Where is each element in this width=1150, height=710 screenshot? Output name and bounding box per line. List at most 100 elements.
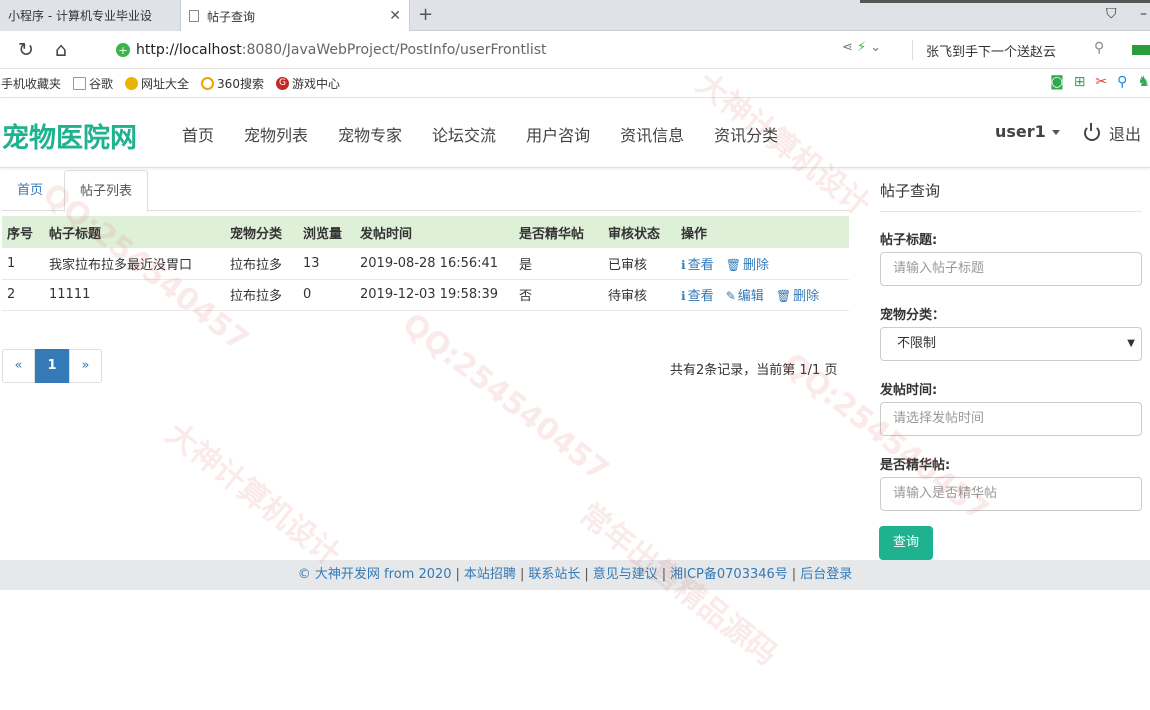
pencil-icon: ✎	[725, 289, 736, 303]
content-tabs: 首页 帖子列表	[2, 170, 850, 212]
battery-icon	[1132, 45, 1150, 55]
pagination: « 1 »	[2, 349, 102, 383]
divider	[912, 40, 913, 60]
user-menu[interactable]: user1	[995, 122, 1060, 141]
nav-pets[interactable]: 宠物列表	[244, 122, 308, 146]
footer-feedback[interactable]: 意见与建议	[593, 567, 658, 582]
nav-consult[interactable]: 用户咨询	[526, 122, 590, 146]
table-row: 2 11111 拉布拉多 0 2019-12-03 19:58:39 否 待审核…	[2, 279, 849, 311]
title-label: 帖子标题:	[880, 233, 938, 248]
cell-no: 1	[2, 248, 44, 280]
cell-time: 2019-08-28 16:56:41	[355, 248, 514, 280]
col-status: 审核状态	[603, 216, 676, 248]
post-time-input[interactable]: 请选择发帖时间	[880, 402, 1142, 436]
shirt-icon[interactable]: ⛉	[1106, 6, 1117, 22]
logout-button[interactable]: 退出	[1084, 121, 1141, 145]
bookmarks-bar: 手机收藏夹 谷歌 网址大全 360搜索 G 游戏中心 ◙ ⊞ ✂ ⚲ ♞	[0, 69, 1150, 98]
nav-news-category[interactable]: 资讯分类	[714, 122, 778, 146]
featured-label: 是否精华帖:	[880, 458, 951, 473]
delete-link[interactable]: 🗑 删除	[776, 289, 819, 304]
scissors-icon[interactable]: ✂	[1095, 74, 1107, 90]
search-360-icon	[201, 76, 215, 90]
query-button[interactable]: 查询	[879, 526, 933, 560]
browser-tab-label: 小程序 - 计算机专业毕业设	[8, 9, 152, 23]
site-header: 宠物医院网 首页 宠物列表 宠物专家 论坛交流 用户咨询 资讯信息 资讯分类 u…	[0, 98, 1150, 168]
bookmark-mobile[interactable]: 手机收藏夹	[1, 75, 61, 92]
cell-featured: 是	[514, 248, 603, 280]
footer-admin-login[interactable]: 后台登录	[800, 567, 852, 582]
col-category: 宠物分类	[225, 216, 298, 248]
secure-icon: +	[116, 43, 130, 57]
home-icon[interactable]: ⌂	[55, 39, 67, 61]
magnifier-icon[interactable]: ⚲	[1117, 74, 1127, 90]
minimize-icon[interactable]: –	[1140, 6, 1147, 22]
search-icon[interactable]: ⚲	[1094, 40, 1104, 56]
url-field[interactable]: + http://localhost:8080/JavaWebProject/P…	[108, 37, 908, 63]
category-label: 宠物分类：	[880, 308, 946, 323]
col-featured: 是否精华帖	[514, 216, 603, 248]
gamepad-icon[interactable]: ♞	[1137, 74, 1150, 90]
watermark-text: QQ:254540457	[395, 306, 616, 489]
browser-tab-label: 帖子查询	[207, 9, 256, 24]
view-link[interactable]: ℹ 查看	[681, 258, 714, 273]
browser-tab-post-query[interactable]: 帖子查询 ✕	[180, 0, 410, 32]
tab-post-list[interactable]: 帖子列表	[64, 170, 149, 212]
cell-status: 待审核	[603, 279, 676, 311]
col-actions: 操作	[676, 216, 849, 248]
post-title-input[interactable]: 请输入帖子标题	[880, 252, 1142, 286]
browser-tab-miniprogram[interactable]: 小程序 - 计算机专业毕业设	[0, 0, 178, 31]
share-icon[interactable]: ⋖ ⚡ ⌄	[842, 40, 881, 55]
site-logo[interactable]: 宠物医院网	[2, 116, 137, 155]
main-nav: 首页 宠物列表 宠物专家 论坛交流 用户咨询 资讯信息 资讯分类	[182, 122, 808, 146]
nav-experts[interactable]: 宠物专家	[338, 122, 402, 146]
page-1-button[interactable]: 1	[35, 349, 69, 383]
edit-link[interactable]: ✎ 编辑	[726, 289, 764, 304]
wechat-icon[interactable]: ◙	[1050, 74, 1064, 90]
cell-views: 13	[298, 248, 355, 280]
table-header-row: 序号 帖子标题 宠物分类 浏览量 发帖时间 是否精华帖 审核状态 操作	[2, 216, 849, 248]
time-label: 发帖时间:	[880, 383, 938, 398]
footer-icp[interactable]: 湘ICP备0703346号	[670, 567, 788, 582]
col-title: 帖子标题	[44, 216, 225, 248]
dropdown-arrow-icon: ▼	[1127, 338, 1135, 349]
search-suggestion[interactable]: 张飞到手下一个送赵云	[926, 41, 1056, 60]
new-tab-button[interactable]: +	[418, 4, 433, 25]
bookmark-360search[interactable]: 360搜索	[201, 75, 264, 92]
browser-tab-bar: 小程序 - 计算机专业毕业设 帖子查询 ✕ + ⛉ –	[0, 0, 1150, 32]
cell-status: 已审核	[603, 248, 676, 280]
info-icon: ℹ	[681, 257, 686, 272]
close-tab-icon[interactable]: ✕	[389, 8, 401, 24]
url-text: http://localhost:8080/JavaWebProject/Pos…	[136, 42, 547, 58]
flash-icon: ⚡	[857, 40, 867, 55]
bookmark-games[interactable]: G 游戏中心	[275, 75, 340, 92]
window-shadow	[860, 0, 1150, 3]
sidebar-title: 帖子查询	[880, 180, 1142, 212]
trash-icon: 🗑	[775, 289, 792, 303]
footer-copyright[interactable]: © 大神开发网 from 2020	[298, 567, 452, 582]
cell-views: 0	[298, 279, 355, 311]
translate-icon[interactable]: ⊞	[1074, 74, 1086, 90]
table-row: 1 我家拉布拉多最近没胃口 拉布拉多 13 2019-08-28 16:56:4…	[2, 248, 849, 280]
featured-input[interactable]: 请输入是否精华帖	[880, 477, 1142, 511]
footer-contact[interactable]: 联系站长	[528, 567, 580, 582]
address-bar: ↻ ⌂ + http://localhost:8080/JavaWebProje…	[0, 31, 1150, 69]
prev-page-button[interactable]: «	[2, 349, 35, 383]
delete-link[interactable]: 🗑 删除	[726, 258, 769, 273]
power-icon	[1084, 123, 1100, 141]
col-time: 发帖时间	[355, 216, 514, 248]
tab-home[interactable]: 首页	[2, 170, 58, 211]
document-icon	[189, 10, 199, 22]
cell-category: 拉布拉多	[225, 279, 298, 311]
bookmark-sites[interactable]: 网址大全	[125, 75, 189, 92]
site-footer: © 大神开发网 from 2020 | 本站招聘 | 联系站长 | 意见与建议 | 湘ICP备0…	[0, 560, 1150, 590]
nav-forum[interactable]: 论坛交流	[432, 122, 496, 146]
next-page-button[interactable]: »	[69, 349, 102, 383]
refresh-icon[interactable]: ↻	[18, 39, 34, 61]
category-select[interactable]: 不限制 ▼	[880, 327, 1142, 361]
view-link[interactable]: ℹ 查看	[681, 289, 714, 304]
nav-news[interactable]: 资讯信息	[620, 122, 684, 146]
page-info: 共有2条记录，当前第 1/1 页	[670, 363, 838, 378]
footer-recruit[interactable]: 本站招聘	[464, 567, 516, 582]
nav-home[interactable]: 首页	[182, 122, 214, 146]
bookmark-google[interactable]: 谷歌	[73, 75, 113, 92]
